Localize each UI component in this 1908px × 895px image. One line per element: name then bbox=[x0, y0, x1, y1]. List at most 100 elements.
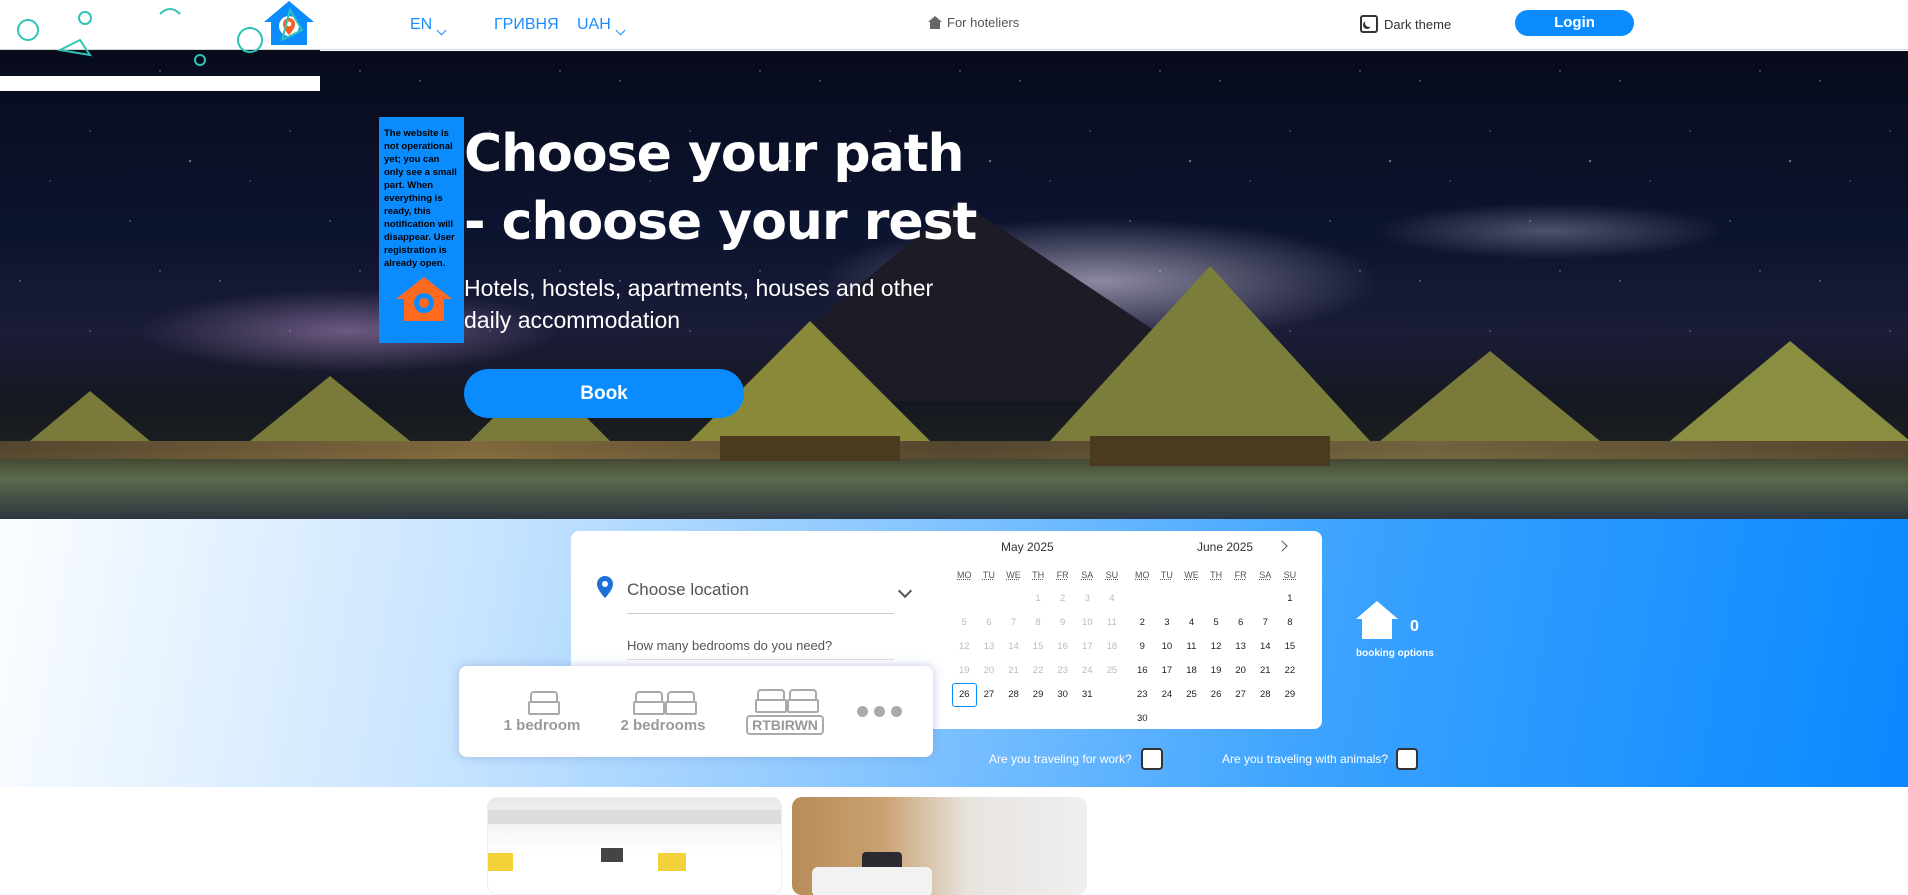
calendar-day[interactable]: 11 bbox=[1100, 611, 1125, 635]
calendar-day[interactable]: 2 bbox=[1050, 587, 1075, 611]
calendar-day[interactable]: 8 bbox=[1026, 611, 1051, 635]
bed-icon bbox=[755, 687, 787, 713]
calendar-day[interactable]: 7 bbox=[1001, 611, 1026, 635]
calendar-may: MO TU WE TH FR SA SU 1 2 3 4 5 6 7 8 9 10 11 12 13 14 15 16 17 1… bbox=[952, 563, 1124, 707]
calendar-day[interactable]: 17 bbox=[1155, 659, 1180, 683]
calendar-day[interactable]: 24 bbox=[1155, 683, 1180, 707]
calendar-day[interactable]: 22 bbox=[1278, 659, 1303, 683]
calendar-day[interactable]: 10 bbox=[1155, 635, 1180, 659]
calendar-day[interactable]: 1 bbox=[1278, 587, 1303, 611]
calendar-empty-cell bbox=[952, 587, 977, 611]
more-options-icon[interactable] bbox=[857, 706, 902, 717]
yellow-panel-shape bbox=[658, 853, 686, 871]
work-travel-checkbox[interactable] bbox=[1141, 748, 1163, 770]
calendar-day[interactable]: 11 bbox=[1179, 635, 1204, 659]
calendar-day[interactable]: 17 bbox=[1075, 635, 1100, 659]
animals-travel-checkbox[interactable] bbox=[1396, 748, 1418, 770]
weekday-header: WE bbox=[1006, 570, 1021, 580]
calendar-day[interactable]: 1 bbox=[1026, 587, 1051, 611]
calendar-day[interactable]: 2 bbox=[1130, 611, 1155, 635]
calendar-day[interactable]: 27 bbox=[1228, 683, 1253, 707]
calendar-day[interactable]: 15 bbox=[1026, 635, 1051, 659]
calendar-day[interactable]: 4 bbox=[1179, 611, 1204, 635]
calendar-day[interactable]: 12 bbox=[952, 635, 977, 659]
calendar-day[interactable]: 4 bbox=[1100, 587, 1125, 611]
calendar-day[interactable]: 5 bbox=[1204, 611, 1229, 635]
calendar-empty-cell bbox=[1179, 587, 1204, 611]
calendar-day[interactable]: 10 bbox=[1075, 611, 1100, 635]
for-hoteliers-link[interactable]: For hoteliers bbox=[928, 15, 1019, 30]
animals-travel-label: Are you traveling with animals? bbox=[1222, 752, 1389, 766]
calendar-day[interactable]: 19 bbox=[1204, 659, 1229, 683]
weekday-header: WE bbox=[1184, 570, 1199, 580]
bunk-bed-image-card[interactable] bbox=[792, 797, 1087, 895]
bedroom-option-2[interactable]: 2 bedrooms bbox=[618, 689, 708, 734]
home-icon bbox=[928, 16, 942, 29]
calendar-day[interactable]: 18 bbox=[1179, 659, 1204, 683]
moon-icon bbox=[1360, 15, 1378, 33]
chevron-down-icon bbox=[615, 25, 626, 36]
currency-select[interactable]: UAH bbox=[577, 16, 626, 36]
hut-roof-shape bbox=[1050, 266, 1370, 441]
calendar-day[interactable]: 5 bbox=[952, 611, 977, 635]
reviews-card[interactable]: Reviews bbox=[0, 0, 320, 91]
calendar-day[interactable]: 27 bbox=[977, 683, 1002, 707]
calendar-day[interactable]: 26 bbox=[1204, 683, 1229, 707]
calendar-day[interactable]: 9 bbox=[1050, 611, 1075, 635]
calendar-day[interactable]: 6 bbox=[1228, 611, 1253, 635]
calendar-day[interactable]: 28 bbox=[1253, 683, 1278, 707]
calendar-day[interactable]: 14 bbox=[1001, 635, 1026, 659]
calendar-day[interactable]: 7 bbox=[1253, 611, 1278, 635]
book-button[interactable]: Book bbox=[464, 369, 744, 418]
calendar-day[interactable]: 30 bbox=[1050, 683, 1075, 707]
calendar-day[interactable]: 23 bbox=[1050, 659, 1075, 683]
bedroom-option-rtbirwn[interactable]: RTBIRWN bbox=[742, 687, 828, 735]
dark-theme-toggle[interactable]: Dark theme bbox=[1360, 15, 1451, 33]
language-select[interactable]: EN bbox=[410, 16, 447, 36]
calendar-june: MO TU WE TH FR SA SU 1 2 3 4 5 6 7 8 9 10 11 12 13 14 15 16 17 1… bbox=[1130, 563, 1302, 731]
bedroom-option-1[interactable]: 1 bedroom bbox=[502, 689, 582, 734]
hut-roof-shape bbox=[1670, 341, 1908, 441]
hut-body-shape bbox=[1090, 436, 1330, 466]
calendar-day[interactable]: 25 bbox=[1179, 683, 1204, 707]
calendar-day[interactable]: 16 bbox=[1130, 659, 1155, 683]
calendar-day[interactable]: 25 bbox=[1100, 659, 1125, 683]
calendar-day[interactable]: 28 bbox=[1001, 683, 1026, 707]
calendar-day[interactable]: 16 bbox=[1050, 635, 1075, 659]
calendar-day[interactable]: 23 bbox=[1130, 683, 1155, 707]
calendar-day[interactable]: 21 bbox=[1001, 659, 1026, 683]
calendar-empty-cell bbox=[977, 587, 1002, 611]
calendar-day[interactable]: 12 bbox=[1204, 635, 1229, 659]
ceiling-shape bbox=[488, 810, 781, 824]
calendar-day[interactable]: 31 bbox=[1075, 683, 1100, 707]
calendar-day[interactable]: 13 bbox=[977, 635, 1002, 659]
hostel-image-card[interactable] bbox=[487, 797, 782, 895]
calendar-day[interactable]: 15 bbox=[1278, 635, 1303, 659]
calendar-day[interactable]: 29 bbox=[1278, 683, 1303, 707]
calendar-day[interactable]: 13 bbox=[1228, 635, 1253, 659]
calendar-day[interactable]: 6 bbox=[977, 611, 1002, 635]
calendar-day[interactable]: 18 bbox=[1100, 635, 1125, 659]
calendar-day[interactable]: 14 bbox=[1253, 635, 1278, 659]
calendar-day[interactable]: 30 bbox=[1130, 707, 1155, 731]
calendar-day[interactable]: 3 bbox=[1075, 587, 1100, 611]
calendar-day[interactable]: 20 bbox=[1228, 659, 1253, 683]
calendar-empty-cell bbox=[1204, 587, 1229, 611]
calendar-day[interactable]: 22 bbox=[1026, 659, 1051, 683]
calendar-day[interactable]: 8 bbox=[1278, 611, 1303, 635]
location-select[interactable]: Choose location bbox=[627, 580, 894, 614]
calendar-day[interactable]: 21 bbox=[1253, 659, 1278, 683]
calendar-day[interactable]: 3 bbox=[1155, 611, 1180, 635]
calendar-day[interactable]: 24 bbox=[1075, 659, 1100, 683]
calendar-day[interactable]: 26 bbox=[952, 683, 977, 707]
calendar-day[interactable]: 19 bbox=[952, 659, 977, 683]
calendar-day[interactable]: 20 bbox=[977, 659, 1002, 683]
for-hoteliers-label: For hoteliers bbox=[947, 15, 1020, 30]
hut-roof-shape bbox=[1380, 351, 1600, 441]
weekday-header: SA bbox=[1259, 570, 1272, 580]
calendar-day[interactable]: 29 bbox=[1026, 683, 1051, 707]
calendar-day[interactable]: 9 bbox=[1130, 635, 1155, 659]
chevron-down-icon bbox=[436, 25, 447, 36]
login-button[interactable]: Login bbox=[1515, 10, 1634, 36]
currency-name-link[interactable]: ГРИВНЯ bbox=[494, 16, 559, 34]
